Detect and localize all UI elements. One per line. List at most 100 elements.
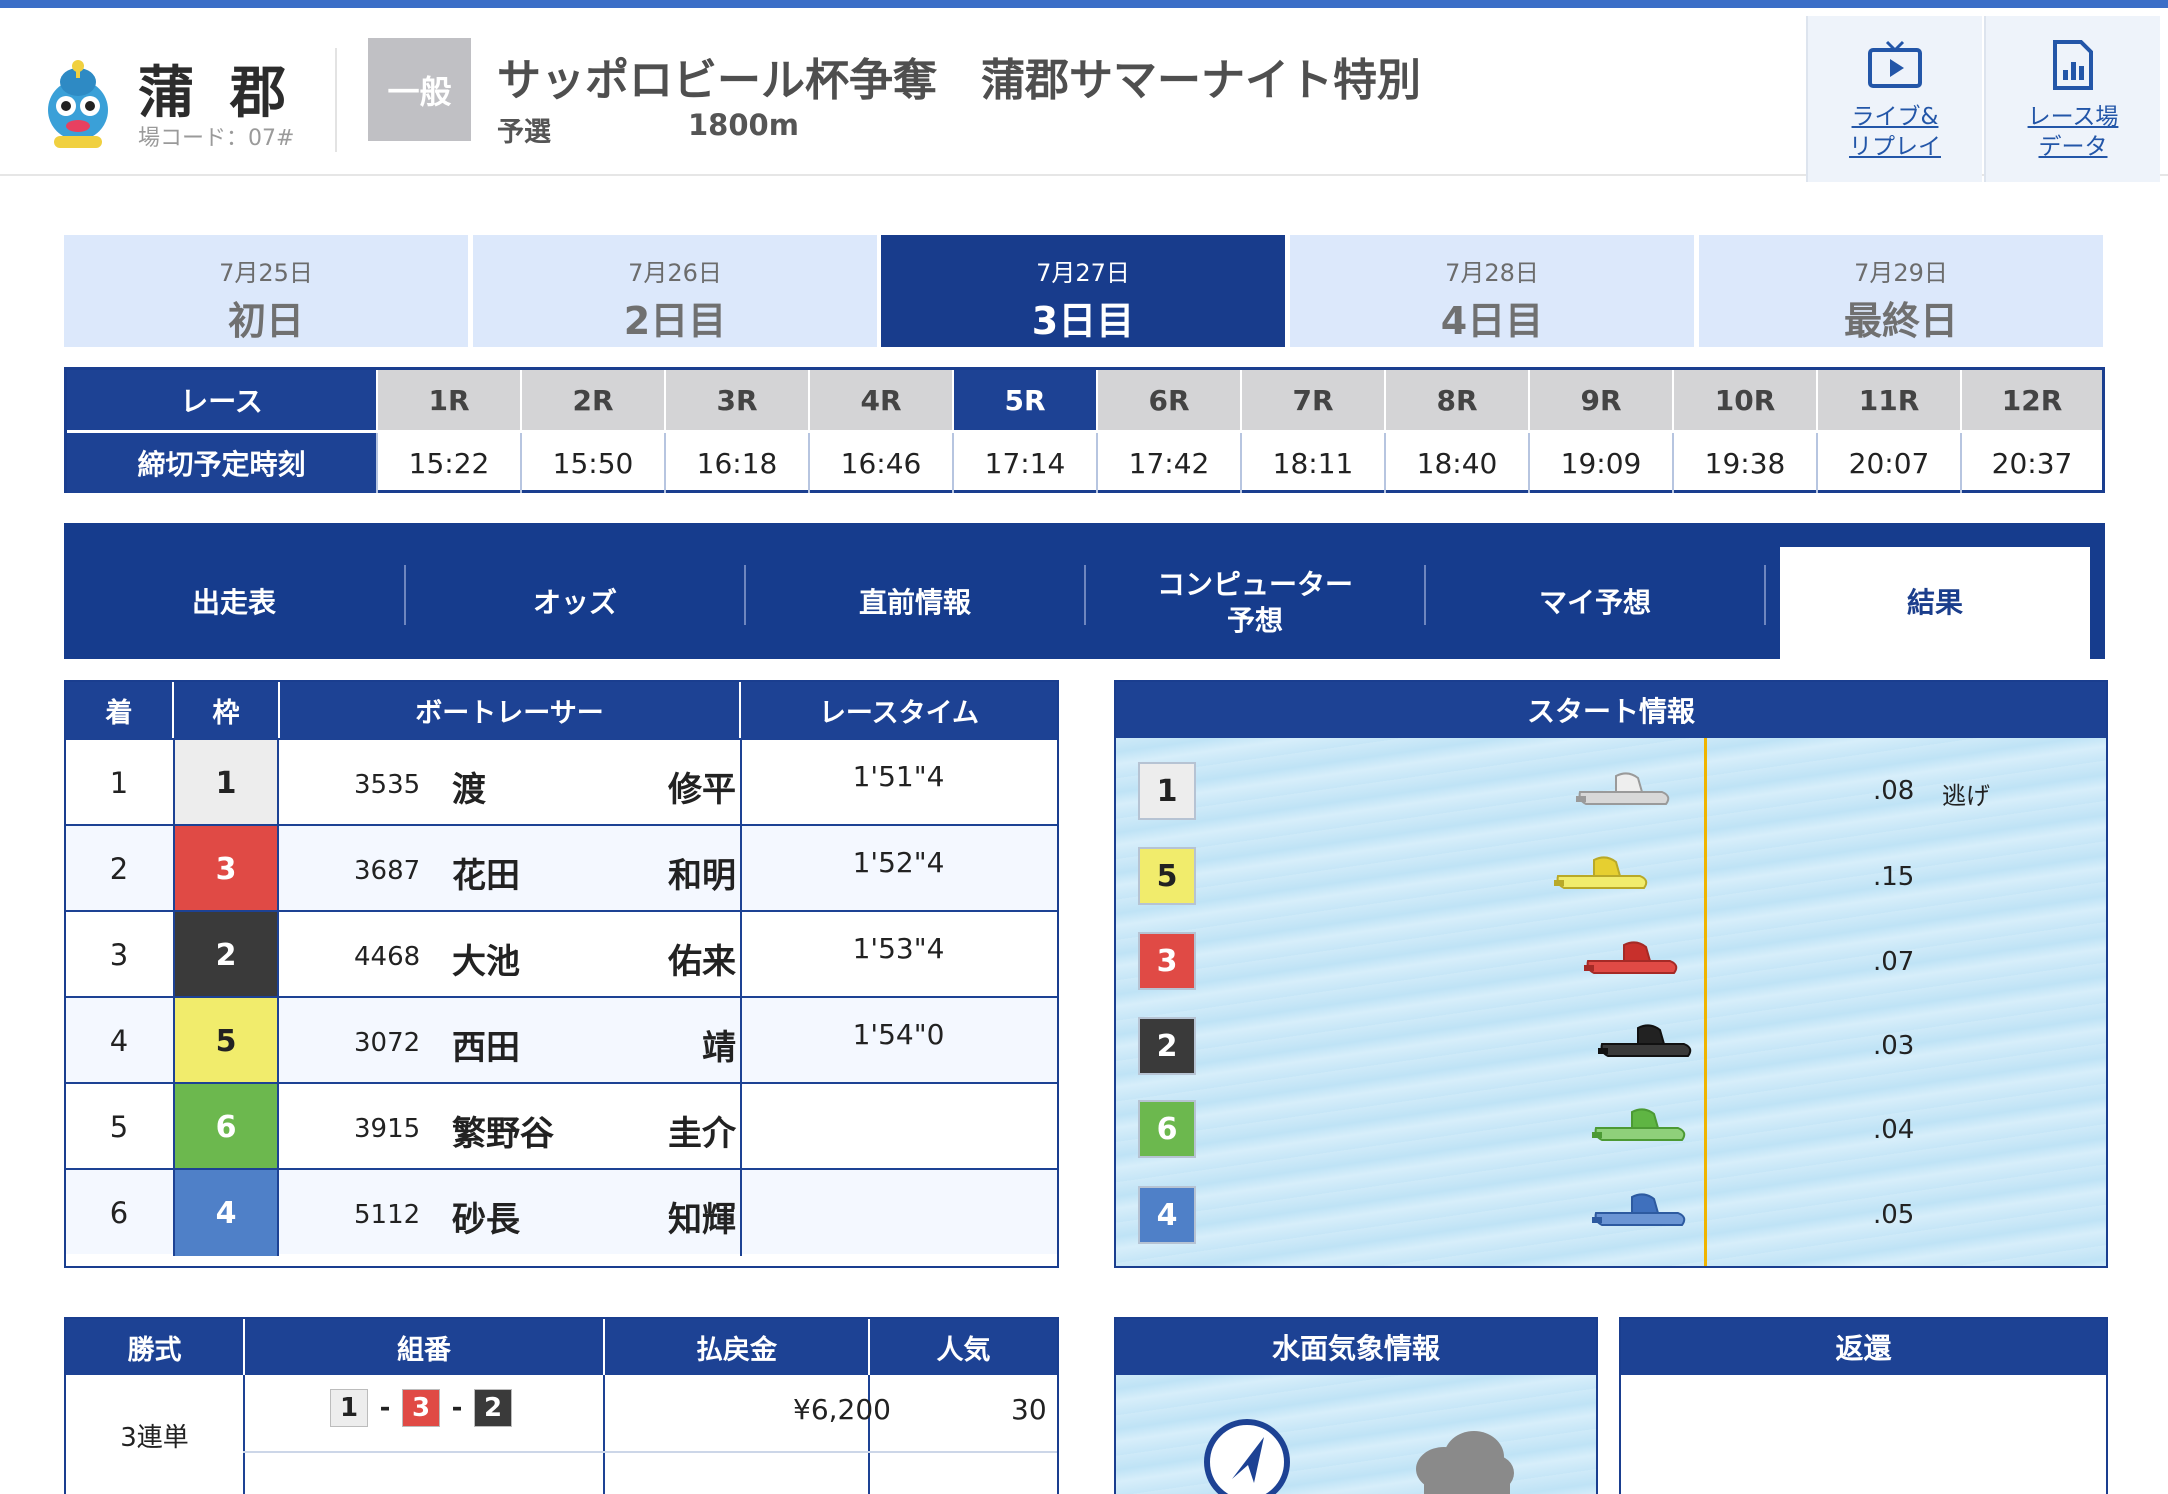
- racer-number: 4468: [354, 942, 421, 972]
- race-tab-11r[interactable]: 11R: [1816, 370, 1960, 430]
- race-tab-2r[interactable]: 2R: [520, 370, 664, 430]
- racer-given-name[interactable]: 佑来: [596, 934, 736, 983]
- popularity-rank: 30: [1011, 1393, 1047, 1426]
- day-tab-date: 7月29日: [1854, 259, 1948, 287]
- start-timing: .15: [1873, 862, 1915, 892]
- venue-data-button[interactable]: レース場 データ: [1984, 16, 2160, 182]
- racer-number: 3687: [354, 856, 421, 886]
- frame-cell: 3: [173, 826, 279, 912]
- weather-title: 水面気象情報: [1116, 1319, 1596, 1375]
- nav-tab-odds[interactable]: オッズ: [406, 547, 744, 659]
- start-timing: .05: [1873, 1200, 1915, 1230]
- venue-name: 蒲郡: [138, 61, 322, 126]
- race-schedule-table: レース 締切予定時刻 1R 2R 3R 4R 5R 6R 7R 8R 9R 10…: [64, 367, 2105, 493]
- racer-surname[interactable]: 西田: [452, 1020, 520, 1069]
- combo-separator: -: [451, 1393, 463, 1423]
- venue-code: 場コード：07#: [138, 126, 295, 151]
- racer-surname[interactable]: 大池: [452, 934, 520, 983]
- mascot-logo-icon: [48, 60, 108, 148]
- refund-title: 返還: [1621, 1319, 2106, 1375]
- boat-icon: [1576, 772, 1670, 805]
- day-tab-2[interactable]: 7月26日 2日目: [473, 235, 877, 347]
- column-divider: [603, 1375, 605, 1494]
- racer-given-name[interactable]: 修平: [596, 762, 736, 811]
- day-tab-1[interactable]: 7月25日 初日: [64, 235, 468, 347]
- page-header: 蒲郡 場コード：07# 一般 サッポロビール杯争奪 蒲郡サマーナイト特別 予選 …: [0, 8, 2168, 182]
- nav-tab-computer-prediction[interactable]: コンピューター 予想: [1086, 547, 1424, 659]
- day-tab-5[interactable]: 7月29日 最終日: [1699, 235, 2103, 347]
- racer-given-name[interactable]: 圭介: [596, 1106, 736, 1155]
- deadline-time: 19:38: [1672, 433, 1816, 493]
- racer-surname[interactable]: 砂長: [452, 1192, 520, 1241]
- race-stage: 予選: [497, 117, 551, 148]
- nav-tab-results[interactable]: 結果: [1780, 547, 2090, 659]
- header-bet-type: 勝式: [66, 1319, 243, 1375]
- frame-cell: 2: [173, 912, 279, 998]
- race-time-cell: 1'52"4: [740, 826, 1055, 912]
- race-tab-9r[interactable]: 9R: [1528, 370, 1672, 430]
- water-surface-background: [1116, 1375, 1596, 1494]
- table-row: 5 6 3915 繁野谷 圭介: [66, 1082, 1057, 1170]
- race-tab-3r[interactable]: 3R: [664, 370, 808, 430]
- racer-number: 5112: [354, 1200, 421, 1230]
- day-tab-name: 最終日: [1843, 299, 1958, 343]
- nav-tab-pre-race-info[interactable]: 直前情報: [746, 547, 1084, 659]
- nav-tab-entry-list[interactable]: 出走表: [64, 547, 404, 659]
- combo-frame-3rd: 2: [474, 1389, 512, 1427]
- day-tab-3[interactable]: 7月27日 3日目: [881, 235, 1285, 347]
- table-row: 3 2 4468 大池 佑来 1'53"4: [66, 910, 1057, 998]
- nav-tab-my-prediction[interactable]: マイ予想: [1426, 547, 1764, 659]
- deadline-time: 19:09: [1528, 433, 1672, 493]
- race-row-label: レース: [67, 370, 376, 430]
- race-tab-6r[interactable]: 6R: [1096, 370, 1240, 430]
- table-row: 6 4 5112 砂長 知輝: [66, 1168, 1057, 1256]
- combo-frame-2nd: 3: [402, 1389, 440, 1427]
- nav-divider: [1764, 565, 1766, 625]
- deadline-time: 18:11: [1240, 433, 1384, 493]
- racer-number: 3915: [354, 1114, 421, 1144]
- start-info-panel: スタート情報 1 .08 逃げ 5 .15 3 .07 2 .03 6 .04 …: [1114, 680, 2108, 1268]
- table-row: 1 1 3535 渡 修平 1'51"4: [66, 738, 1057, 826]
- start-frame-badge: 5: [1138, 847, 1196, 905]
- race-tab-10r[interactable]: 10R: [1672, 370, 1816, 430]
- racer-given-name[interactable]: 和明: [596, 848, 736, 897]
- header-popularity: 人気: [870, 1319, 1057, 1375]
- day-tab-date: 7月28日: [1445, 259, 1539, 287]
- start-info-title: スタート情報: [1116, 682, 2106, 738]
- start-timing: .04: [1873, 1115, 1915, 1145]
- deadline-time: 16:46: [808, 433, 952, 493]
- column-divider: [243, 1375, 245, 1494]
- race-tab-12r[interactable]: 12R: [1960, 370, 2102, 430]
- day-tab-4[interactable]: 7月28日 4日目: [1290, 235, 1694, 347]
- boat-icon: [1554, 856, 1648, 889]
- table-row: 4 5 3072 西田 靖 1'54"0: [66, 996, 1057, 1084]
- frame-cell: 5: [173, 998, 279, 1084]
- day-tab-name: 3日目: [1031, 299, 1135, 343]
- venue-data-label-2: データ: [2038, 134, 2108, 160]
- boat-icon: [1584, 941, 1678, 974]
- start-frame-badge: 3: [1138, 932, 1196, 990]
- frame-cell: 6: [173, 1084, 279, 1170]
- start-frame-badge: 1: [1138, 762, 1196, 820]
- refund-panel: 返還: [1619, 1317, 2108, 1494]
- race-tab-5r[interactable]: 5R: [952, 370, 1096, 430]
- combo-frame-1st: 1: [330, 1389, 368, 1427]
- race-distance: 1800m: [688, 108, 799, 142]
- racer-surname[interactable]: 花田: [452, 848, 520, 897]
- racer-surname[interactable]: 繁野谷: [452, 1106, 554, 1155]
- race-tab-8r[interactable]: 8R: [1384, 370, 1528, 430]
- rank-cell: 1: [109, 766, 129, 800]
- boat-icon: [1598, 1024, 1692, 1057]
- racer-surname[interactable]: 渡: [452, 762, 486, 811]
- race-tab-1r[interactable]: 1R: [376, 370, 520, 430]
- race-tab-4r[interactable]: 4R: [808, 370, 952, 430]
- race-tab-7r[interactable]: 7R: [1240, 370, 1384, 430]
- racer-given-name[interactable]: 靖: [596, 1020, 736, 1069]
- header-racer: ボートレーサー: [415, 697, 604, 729]
- live-replay-button[interactable]: ライブ& リプレイ: [1806, 16, 1982, 182]
- racer-given-name[interactable]: 知輝: [596, 1192, 736, 1241]
- cloudy-weather-icon: [1416, 1431, 1514, 1494]
- rank-cell: 2: [109, 852, 129, 886]
- tv-play-icon: [1868, 40, 1922, 88]
- race-time-cell: 1'51"4: [740, 740, 1055, 826]
